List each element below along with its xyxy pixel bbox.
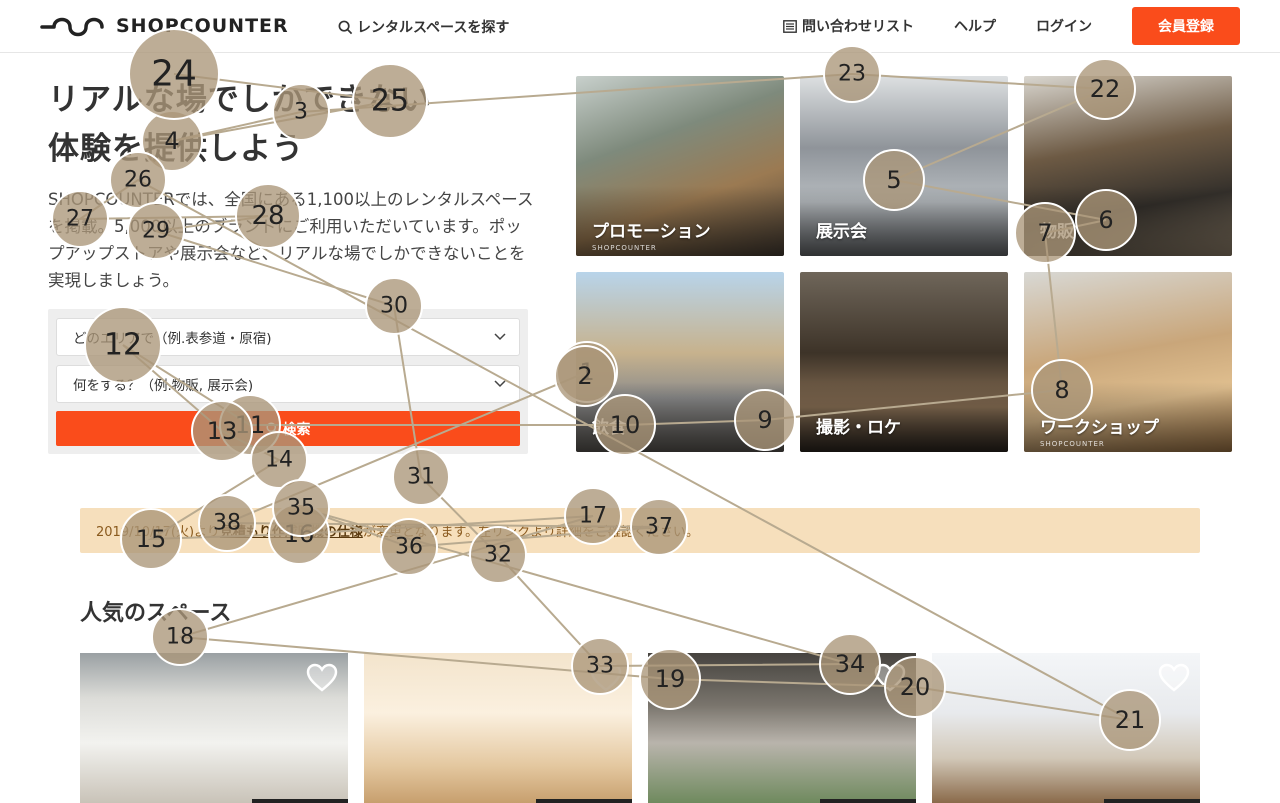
area-select-placeholder: どのエリアで（例.表参道・原宿) xyxy=(73,331,272,347)
purpose-select[interactable]: 何をする？（例.物販, 展示会) xyxy=(56,365,520,403)
search-form: どのエリアで（例.表参道・原宿) 何をする？（例.物販, 展示会) 検索 xyxy=(48,309,528,454)
category-label: ワークショップ xyxy=(1040,418,1159,438)
hero-title-line2: 体験を提供しよう xyxy=(48,131,304,167)
fixation-circle xyxy=(392,448,450,506)
card-price-bar xyxy=(1104,799,1200,803)
area-select[interactable]: どのエリアで（例.表参道・原宿) xyxy=(56,318,520,356)
chevron-down-icon xyxy=(494,333,506,341)
search-icon xyxy=(265,422,278,435)
register-button[interactable]: 会員登録 xyxy=(1132,7,1240,45)
card-price-bar xyxy=(820,799,916,803)
card-price-bar xyxy=(252,799,348,803)
fixation-marker: 31 xyxy=(392,448,450,506)
site-header: SHOPCOUNTER レンタルスペースを探す 問い合わせリスト ヘルプ ログイ… xyxy=(0,0,1280,53)
category-tile-food[interactable]: 飲食 xyxy=(576,272,784,452)
favorite-heart-icon[interactable] xyxy=(306,663,338,693)
purpose-select-placeholder: 何をする？（例.物販, 展示会) xyxy=(73,378,254,394)
notice-link[interactable]: 見積もり作成時機の仕様 xyxy=(220,521,363,540)
hero-title: リアルな場でしかできない 体験を提供しよう xyxy=(48,76,432,174)
favorite-heart-icon[interactable] xyxy=(1158,663,1190,693)
hero-title-line1: リアルな場でしかできない xyxy=(48,82,432,118)
search-button-label: 検索 xyxy=(282,421,311,438)
notice-prefix: 2019/10/17(火)より xyxy=(96,525,220,540)
logo-text: SHOPCOUNTER xyxy=(116,15,289,37)
notice-suffix: が変更となります。左リンクより詳細をご確認ください。 xyxy=(362,525,699,540)
category-label: 展示会 xyxy=(816,222,867,242)
space-card[interactable] xyxy=(932,653,1200,803)
space-card[interactable] xyxy=(648,653,916,803)
help-link[interactable]: ヘルプ xyxy=(954,16,996,36)
category-tile-retail[interactable]: 物販 xyxy=(1024,76,1232,256)
favorite-heart-icon[interactable] xyxy=(590,663,622,693)
site-logo[interactable]: SHOPCOUNTER xyxy=(40,13,289,39)
space-card[interactable] xyxy=(364,653,632,803)
space-card[interactable] xyxy=(80,653,348,803)
category-label: 撮影・ロケ xyxy=(816,418,901,438)
category-tile-photo-shoot[interactable]: 撮影・ロケ xyxy=(800,272,1008,452)
hero-description: SHOPCOUNTERでは、全国にある1,100以上のレンタルスペースを掲載。5… xyxy=(48,190,534,290)
logo-mark-icon xyxy=(40,17,104,37)
category-tile-exhibition[interactable]: 展示会 xyxy=(800,76,1008,256)
fixation-number: 18 xyxy=(166,625,194,650)
fixation-number: 31 xyxy=(407,465,435,490)
login-link[interactable]: ログイン xyxy=(1036,16,1092,36)
notice-banner: 2019/10/17(火)より 見積もり作成時機の仕様 が変更となります。左リン… xyxy=(80,508,1200,553)
category-label: 飲食 xyxy=(592,418,626,438)
nav-search-label: レンタルスペースを探す xyxy=(357,20,510,36)
list-icon xyxy=(783,19,797,33)
popular-spaces-title: 人気のスペース xyxy=(80,601,232,626)
search-icon xyxy=(338,20,353,34)
category-tile-workshop[interactable]: ワークショップ SHOPCOUNTER xyxy=(1024,272,1232,452)
category-label: 物販 xyxy=(1040,222,1074,242)
nav-right: 問い合わせリスト ヘルプ ログイン 会員登録 xyxy=(783,7,1240,45)
category-label: プロモーション xyxy=(592,222,711,242)
search-button[interactable]: 検索 xyxy=(56,411,520,446)
nav-search-link[interactable]: レンタルスペースを探す xyxy=(338,17,509,37)
card-price-bar xyxy=(536,799,632,803)
inquiry-list-label: 問い合わせリスト xyxy=(802,19,914,35)
tile-watermark: SHOPCOUNTER xyxy=(1040,440,1105,448)
favorite-heart-icon[interactable] xyxy=(874,663,906,693)
tile-watermark: SHOPCOUNTER xyxy=(592,244,657,252)
chevron-down-icon xyxy=(494,380,506,388)
category-tile-promotion[interactable]: プロモーション SHOPCOUNTER xyxy=(576,76,784,256)
inquiry-list-link[interactable]: 問い合わせリスト xyxy=(783,16,914,36)
